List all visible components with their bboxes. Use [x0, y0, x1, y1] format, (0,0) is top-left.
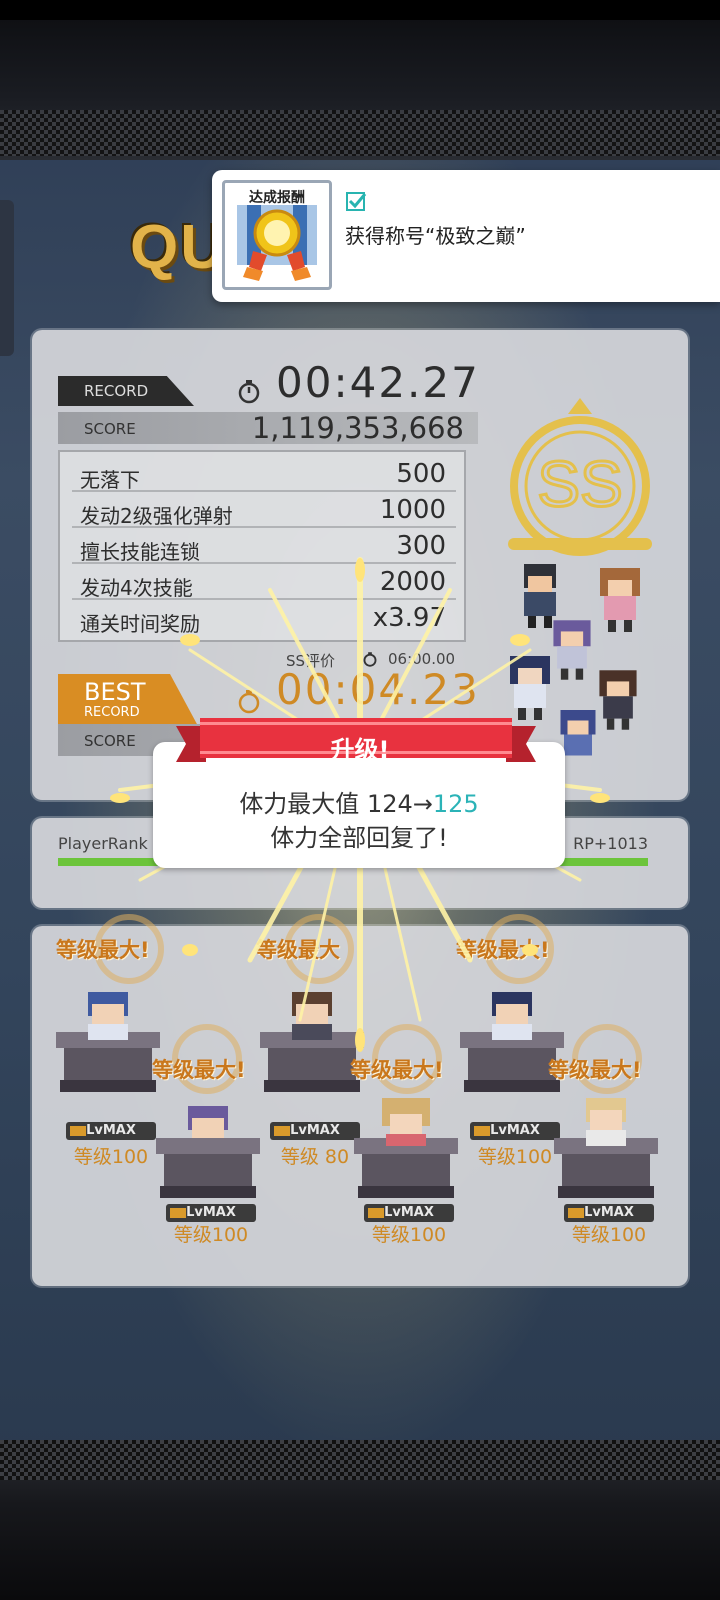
stamina-max-new-value: 125: [432, 790, 479, 818]
level-max-label: 等级最大: [256, 938, 340, 962]
score-bar: SCORE 1,119,353,668: [58, 411, 478, 445]
bonus-row: 通关时间奖励 x3.97: [72, 600, 456, 636]
bonus-name: 通关时间奖励: [80, 612, 200, 636]
level-max-label: 等级最大!: [152, 1058, 246, 1082]
bonus-name: 发动2级强化弹射: [80, 504, 233, 528]
medal-ribbon-icon: [237, 205, 317, 281]
level-max-label: 等级最大!: [350, 1058, 444, 1082]
character-sprite: [524, 564, 556, 628]
pedestal-with-character: [354, 1098, 458, 1198]
level-value: 等级100: [571, 1224, 647, 1246]
stopwatch-icon: [238, 690, 260, 714]
checkbox-icon: [346, 192, 367, 211]
record-tag: RECORD: [58, 376, 194, 406]
bonus-row: 无落下 500: [72, 456, 456, 492]
bonus-name: 发动4次技能: [80, 576, 193, 600]
record-time: 00:42.27: [276, 358, 480, 407]
bonus-value: 300: [396, 531, 446, 561]
side-tab: [0, 200, 14, 356]
level-value: 等级100: [173, 1224, 249, 1246]
pedestal-with-character: [554, 1098, 658, 1198]
bonus-row: 擅长技能连锁 300: [72, 528, 456, 564]
bonus-value: 2000: [379, 567, 446, 597]
character-sprite: [600, 568, 640, 632]
level-value: 等级100: [371, 1224, 447, 1246]
best-tag-subtitle: RECORD: [84, 705, 140, 720]
best-score-label: SCORE: [84, 732, 136, 750]
achievement-notification[interactable]: 达成报酬 获得称号“极致之巅”: [212, 170, 720, 302]
party-member-slot: 等级最大! LvMAX 等级100: [346, 1024, 496, 1280]
bonus-value: 500: [396, 459, 446, 489]
status-bar: [0, 0, 720, 20]
medal-icon: 达成报酬: [222, 180, 332, 290]
notification-text: 获得称号“极致之巅”: [345, 224, 526, 248]
bonus-name: 擅长技能连锁: [80, 540, 200, 564]
level-max-label: 等级最大!: [56, 938, 150, 962]
lvmax-badge: LvMAX: [66, 1122, 156, 1140]
party-member-slot: 等级最大! LvMAX 等级100: [146, 1024, 296, 1280]
character-sprite: [510, 656, 550, 720]
stamina-max-text: 体力最大值 124→125: [153, 784, 565, 819]
top-checker-pattern: [0, 110, 720, 156]
level-up-title: 升级!: [330, 736, 390, 764]
rank-badge: SS: [508, 398, 652, 556]
player-rank-label: PlayerRank: [58, 834, 148, 853]
best-time: 00:04.23: [276, 665, 480, 714]
bonus-table: 无落下 500 发动2级强化弹射 1000 擅长技能连锁 300 发动4次技能 …: [58, 450, 466, 642]
stamina-max-prefix: 体力最大值 124→: [239, 790, 433, 818]
level-max-label: 等级最大!: [456, 938, 550, 962]
medal-title: 达成报酬: [249, 190, 305, 206]
bonus-row: 发动2级强化弹射 1000: [72, 492, 456, 528]
bonus-value: 1000: [379, 495, 446, 525]
stamina-restored-text: 体力全部回复了!: [270, 824, 448, 852]
pedestal-with-character: [56, 992, 160, 1092]
level-max-label: 等级最大!: [548, 1058, 642, 1082]
bonus-name: 无落下: [80, 468, 140, 492]
best-tag-title: BEST: [84, 678, 146, 706]
rank-badge-text: SS: [537, 448, 622, 520]
score-value: 1,119,353,668: [251, 411, 464, 445]
stopwatch-icon: [238, 380, 260, 404]
pedestal-with-character: [156, 1106, 260, 1198]
bonus-row: 发动4次技能 2000: [72, 564, 456, 600]
rank-points-gain: RP+1013: [573, 834, 648, 853]
bonus-value: x3.97: [372, 603, 446, 633]
party-member-slot: 等级最大! LvMAX 等级100: [546, 1024, 696, 1280]
bottom-checker-pattern: [0, 1440, 720, 1480]
score-label: SCORE: [84, 420, 136, 438]
